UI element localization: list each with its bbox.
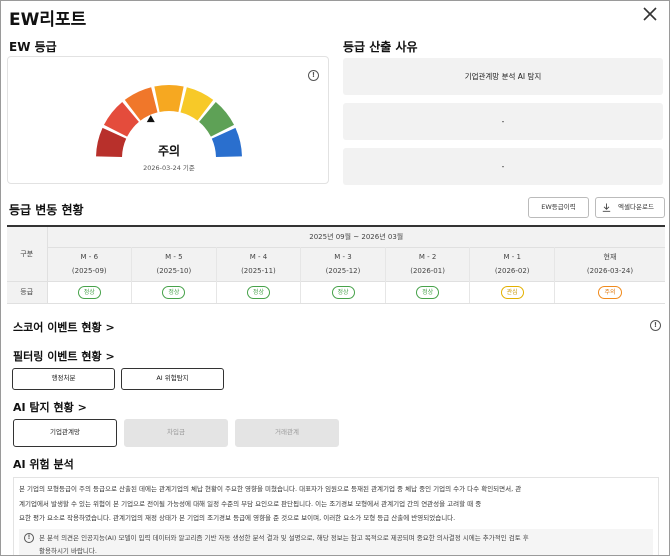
reason-item-2: - xyxy=(343,103,663,140)
gauge-segment xyxy=(154,85,184,112)
tab-trade-relations[interactable]: 거래관계 xyxy=(235,419,339,447)
excel-download-button[interactable]: 엑셀다운로드 xyxy=(595,197,665,218)
ai-detection-link[interactable]: AI 탐지 현황 > xyxy=(13,399,87,415)
tab-corporate-network[interactable]: 기업관계망 xyxy=(13,419,117,447)
ew-grade-card: ! 주의 2026-03-24 기준 xyxy=(7,56,329,184)
grade-date: 2026-03-24 기준 xyxy=(143,164,195,172)
ai-analysis-title: AI 위험 분석 xyxy=(13,458,74,471)
grade-row-header: 등급 xyxy=(7,280,48,304)
month-cell: M - 5 (2025-10) xyxy=(131,246,217,281)
admin-action-button[interactable]: 행정처분 xyxy=(12,368,115,390)
month-cell: M - 6 (2025-09) xyxy=(47,246,133,281)
ew-grade-title: EW 등급 xyxy=(9,40,57,54)
tab-borrowings[interactable]: 차입금 xyxy=(124,419,228,447)
grade-badge: 주의 xyxy=(598,285,622,299)
month-cell: M - 4 (2025-11) xyxy=(216,246,302,281)
filtering-events-link[interactable]: 필터링 이벤트 현황 > xyxy=(13,348,115,364)
excel-download-label: 엑셀다운로드 xyxy=(618,203,654,211)
month-cell: 현재 (2026-03-24) xyxy=(554,246,665,281)
grade-badge: 정상 xyxy=(246,285,270,299)
analysis-line: 본 기업의 모형등급이 주의 등급으로 산출된 데에는 관계기업의 체납 현황이… xyxy=(19,485,522,493)
period-label: 2025년 09월 ~ 2026년 03월 xyxy=(47,225,665,247)
reason-item-3: - xyxy=(343,148,663,185)
download-icon xyxy=(602,203,611,212)
notice-line: 본 분석 의견은 인공지능(AI) 모델이 입력 데이터와 알고리즘 기반 자동… xyxy=(39,533,529,542)
ai-risk-detect-button[interactable]: AI 위험탐지 xyxy=(121,368,224,390)
ai-analysis-box: 본 기업의 모형등급이 주의 등급으로 산출된 데에는 관계기업의 체납 현황이… xyxy=(13,477,659,555)
notice-line: 활용하시기 바랍니다. xyxy=(39,546,97,555)
month-row: M - 6 (2025-09) M - 5 (2025-10) M - 4 (2025… xyxy=(7,246,665,281)
period-row: 구분 2025년 09월 ~ 2026년 03월 xyxy=(7,225,665,281)
reason-item-1: 기업관계망 분석 AI 탐지 xyxy=(343,58,663,95)
gauge-pointer xyxy=(146,115,155,123)
current-grade: 주의 xyxy=(157,144,181,158)
ew-history-button[interactable]: EW등급이력 xyxy=(528,197,589,218)
grade-history-table: 구분 2025년 09월 ~ 2026년 03월 M - 6 (2025-09) … xyxy=(7,225,665,304)
info-icon[interactable]: ! xyxy=(308,70,319,81)
grade-row: 등급 정상 정상 정상 정상 정상 관심 주의 xyxy=(7,280,665,304)
analysis-line: 계기업에서 발생할 수 있는 위험이 본 기업으로 전이될 가능성에 대해 일정… xyxy=(19,499,482,508)
grade-badge: 정상 xyxy=(77,285,101,299)
info-icon[interactable]: ! xyxy=(650,320,661,331)
month-cell: M - 3 (2025-12) xyxy=(300,246,386,281)
window-title: EW리포트 xyxy=(9,10,87,30)
month-cell: M - 1 (2026-02) xyxy=(469,246,555,281)
grade-badge: 정상 xyxy=(331,285,355,299)
analysis-line: 요한 평가 요소로 작용하였습니다. 관계기업의 재정 상태가 본 기업의 조기… xyxy=(19,514,456,522)
warning-icon: ! xyxy=(24,532,34,543)
grade-reason-title: 등급 산출 사유 xyxy=(343,40,418,54)
grade-badge: 정상 xyxy=(162,285,186,299)
grade-badge: 관심 xyxy=(500,285,524,299)
ai-notice: ! 본 분석 의견은 인공지능(AI) 모델이 입력 데이터와 알고리즘 기반 … xyxy=(19,528,653,555)
grade-history-title: 등급 변동 현황 xyxy=(9,203,84,217)
month-cell: M - 2 (2026-01) xyxy=(385,246,471,281)
score-events-link[interactable]: 스코어 이벤트 현황 > xyxy=(13,319,115,335)
close-icon[interactable] xyxy=(641,5,659,23)
gubun-header: 구분 xyxy=(7,225,48,281)
grade-badge: 정상 xyxy=(416,285,440,299)
ew-report-window: EW리포트 EW 등급 ! 주의 2026-03-24 기준 등급 산출 사유 … xyxy=(0,0,670,556)
